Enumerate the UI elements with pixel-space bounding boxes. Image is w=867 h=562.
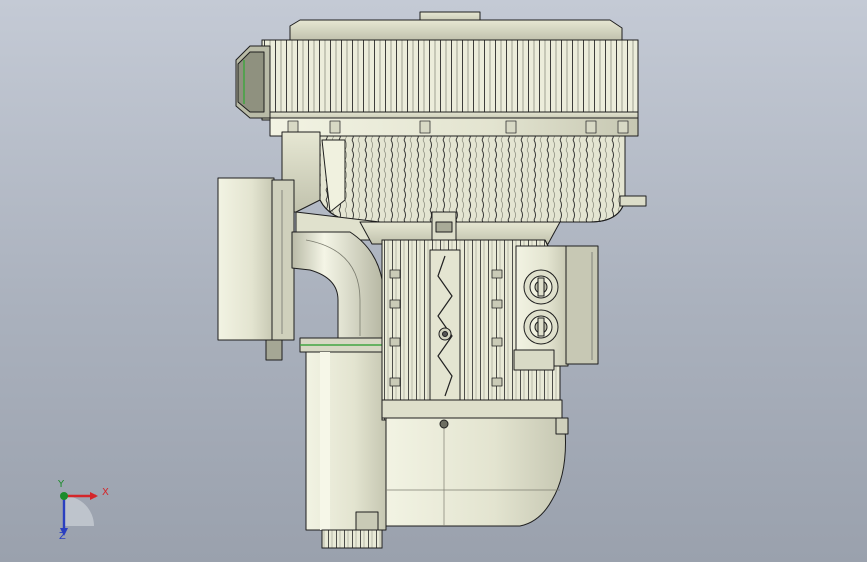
cable-gland-bottom	[523, 309, 559, 345]
impeller-fins	[319, 135, 626, 223]
model-view[interactable]	[0, 0, 867, 562]
silencer	[305, 351, 387, 549]
x-axis-label: X	[102, 487, 109, 498]
motor-fan-cowl	[385, 417, 569, 527]
inlet-pipe	[291, 231, 393, 353]
z-axis-label: Z	[59, 531, 66, 542]
outlet-nozzle	[619, 195, 647, 207]
top-housing	[261, 11, 639, 137]
side-connector	[235, 45, 271, 119]
coordinate-triad: X Y Z	[40, 480, 120, 550]
3d-viewport[interactable]: X Y Z	[0, 0, 867, 562]
y-axis-dot	[60, 492, 68, 500]
y-axis-label: Y	[58, 479, 65, 490]
housing-flange	[269, 117, 639, 137]
terminal-box-right	[513, 245, 599, 371]
cable-gland-top	[523, 269, 559, 305]
silencer-bottom	[321, 529, 383, 549]
fan-cover-fins	[261, 39, 639, 113]
terminal-box-left	[217, 177, 295, 361]
